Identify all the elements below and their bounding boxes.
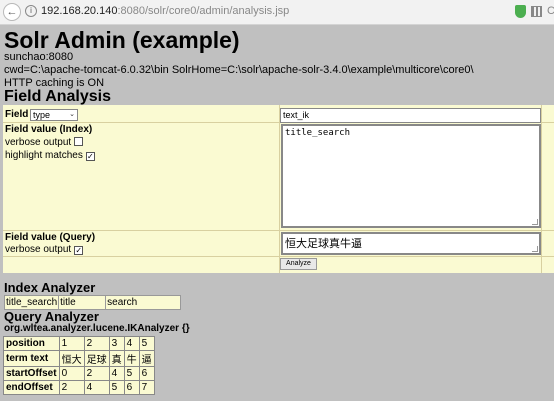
table-cell: 真 [108,350,125,367]
row-header: position [3,336,60,351]
table-cell: 2 [58,380,85,395]
query-value-text: 恒大足球真牛逼 [285,238,362,250]
table-row: term text 恒大 足球 真 牛 逼 [3,350,155,367]
token-cell: title [58,295,107,310]
table-cell: 2 [83,336,110,351]
index-analyzer-table: title_search title search [3,295,182,310]
token-cell: title_search [3,295,60,310]
table-cell: 牛 [123,350,140,367]
resize-handle-icon[interactable] [532,246,538,252]
query-analyzer-table: position 1 2 3 4 5 term text 恒大 足球 真 牛 逼… [3,336,155,395]
table-row: position 1 2 3 4 5 [3,336,155,351]
row-header: endOffset [3,380,60,395]
back-icon[interactable]: ← [3,3,21,21]
highlight-label: highlight matches [5,150,83,161]
host-info: sunchao:8080 [4,51,74,63]
table-cell: 3 [108,336,125,351]
truncated-icon[interactable]: C [547,5,554,17]
query-verbose-label: verbose output [5,244,72,255]
query-verbose-row: verbose output ✓ [5,244,84,255]
field-type-select[interactable]: type ⌄ [30,109,78,121]
index-verbose-row: verbose output [5,137,84,148]
qr-code-icon[interactable] [531,6,542,17]
table-row: startOffset 0 2 4 5 6 [3,366,155,381]
table-cell: 0 [58,366,85,381]
table-row: title_search title search [3,295,182,310]
resize-handle-icon[interactable] [532,219,538,225]
query-verbose-checkbox[interactable]: ✓ [74,246,84,255]
info-icon[interactable]: i [25,5,37,17]
table-cell: 5 [123,366,140,381]
row-divider [3,256,554,257]
index-analyzer-title: Index Analyzer [4,280,96,295]
row-header: term text [3,350,60,367]
query-analyzer-title: Query Analyzer [4,309,99,324]
url-path: :8080/solr/core0/admin/analysis.jsp [117,5,290,17]
token-cell: search [105,295,182,310]
field-type-value: type [33,110,51,120]
analyze-button[interactable]: Analyze [280,258,317,270]
table-cell: 4 [83,380,110,395]
table-cell: 6 [123,380,140,395]
cwd-info: cwd=C:\apache-tomcat-6.0.32\bin SolrHome… [4,64,474,76]
table-cell: 1 [58,336,85,351]
table-cell: 5 [138,336,155,351]
row-header: startOffset [3,366,60,381]
table-cell: 4 [123,336,140,351]
table-cell: 足球 [83,350,110,367]
field-name-input[interactable]: text_ik [280,108,541,123]
chevron-down-icon: ⌄ [69,111,75,118]
table-cell: 7 [138,380,155,395]
column-divider [279,105,280,273]
table-row: endOffset 2 4 5 6 7 [3,380,155,395]
query-value-label: Field value (Query) [5,232,96,243]
table-cell: 6 [138,366,155,381]
address-bar: ← i 192.168.20.140:8080/solr/core0/admin… [0,0,554,25]
table-cell: 4 [108,366,125,381]
table-cell: 5 [108,380,125,395]
shield-icon[interactable] [515,5,526,18]
table-cell: 逼 [138,350,155,367]
index-value-label: Field value (Index) [5,124,93,135]
index-value-textarea[interactable]: title_search [281,124,541,228]
page-title: Solr Admin (example) [4,27,240,53]
query-value-textarea[interactable]: 恒大足球真牛逼 [281,232,541,255]
index-verbose-checkbox[interactable] [74,137,84,146]
url-field[interactable]: 192.168.20.140:8080/solr/core0/admin/ana… [41,5,289,17]
analyzer-class-name: org.wltea.analyzer.lucene.IKAnalyzer {} [4,323,190,334]
url-host: 192.168.20.140 [41,5,118,17]
table-cell: 2 [83,366,110,381]
field-label: Field [5,109,29,120]
section-title: Field Analysis [4,88,111,105]
row-divider [3,230,554,231]
index-value-text: title_search [285,128,351,138]
index-verbose-label: verbose output [5,137,72,148]
table-cell: 恒大 [58,350,85,367]
highlight-checkbox[interactable]: ✓ [85,152,95,161]
highlight-row: highlight matches ✓ [5,150,95,161]
right-strip [541,105,554,273]
